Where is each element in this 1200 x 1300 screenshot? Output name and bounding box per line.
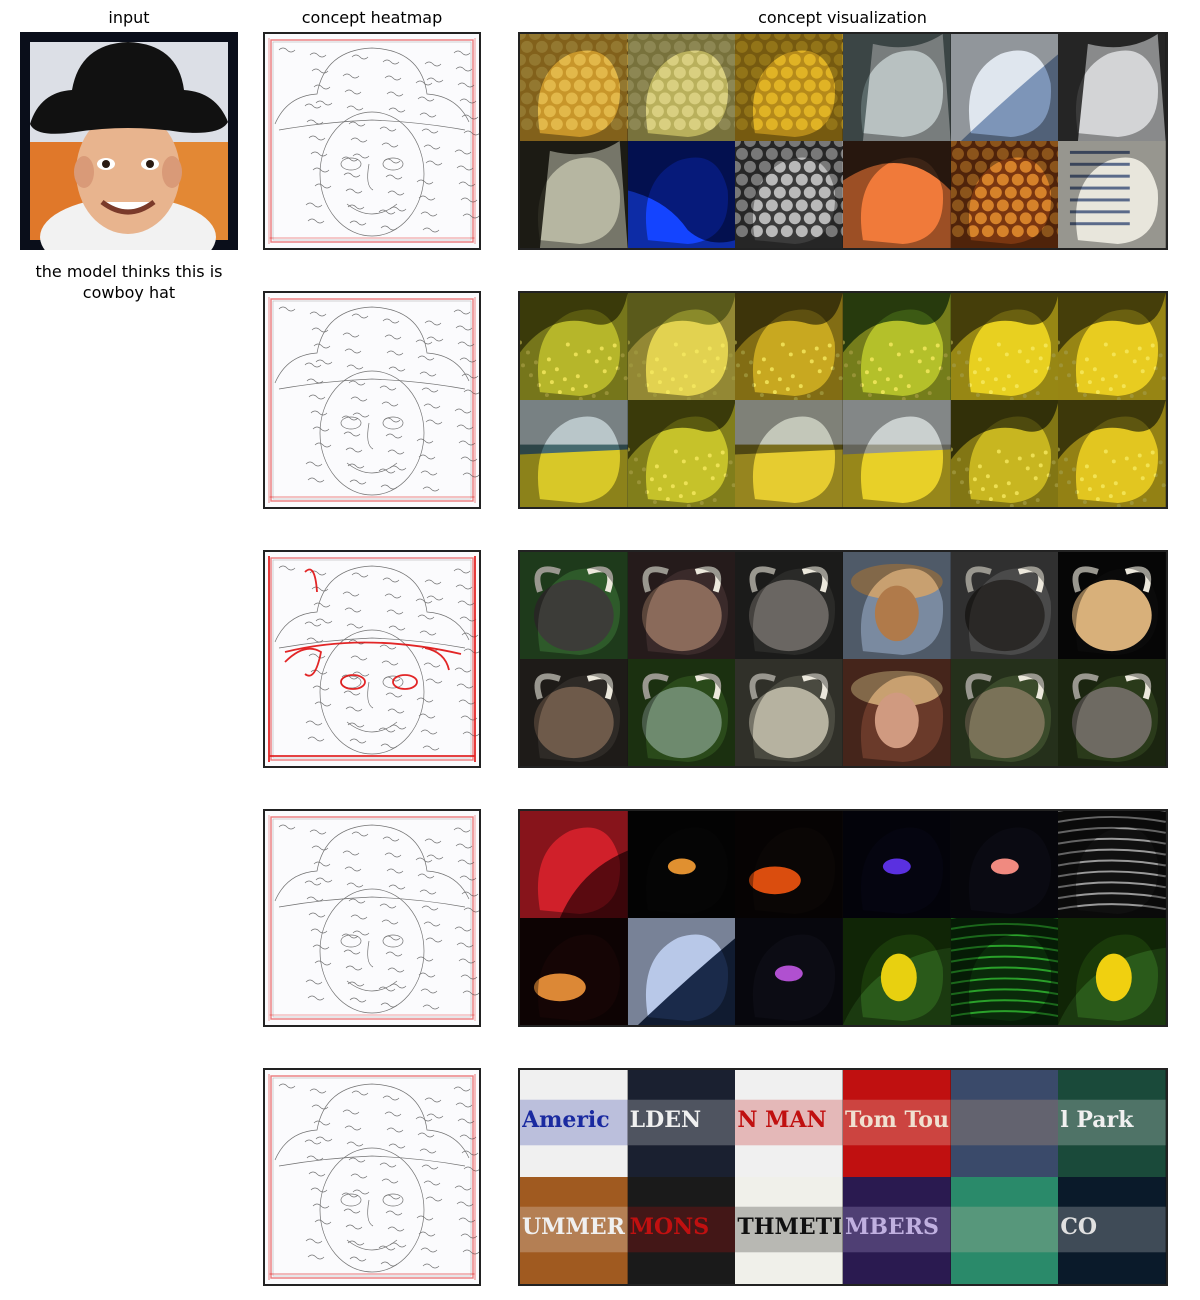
example-patch: UMMER [520, 1177, 628, 1284]
concept-visualization-3 [518, 550, 1168, 768]
example-patch [950, 659, 1059, 766]
example-patch: N MAN [735, 1070, 843, 1177]
example-patch [950, 552, 1059, 659]
example-patch [735, 293, 843, 400]
concept-visualization-4 [518, 809, 1168, 1027]
concept-heatmap-5 [263, 1068, 481, 1286]
example-patch [520, 400, 628, 507]
edge-heatmap [265, 552, 479, 766]
patch-text: MONS [629, 1215, 710, 1239]
concept-visualization-1 [518, 32, 1168, 250]
patch-text: Tom Tou [844, 1108, 949, 1132]
example-patch [627, 141, 736, 248]
patch-text: THMETIC [737, 1215, 841, 1239]
example-patch [520, 141, 628, 248]
patch-text: l Park [1060, 1108, 1134, 1132]
visualization-column-title: concept visualization [758, 8, 927, 27]
patch-text: N MAN [737, 1108, 827, 1132]
input-image [20, 32, 238, 250]
example-patch [627, 552, 736, 659]
example-patch [627, 659, 736, 766]
example-patch [735, 918, 843, 1025]
patch-text: Americ [522, 1108, 610, 1132]
example-patch: MBERS [842, 1177, 951, 1284]
example-patch: MONS [627, 1177, 736, 1284]
example-patch [950, 811, 1059, 918]
example-patch [950, 1070, 1059, 1177]
example-patch [520, 659, 628, 766]
example-patch [627, 811, 736, 918]
example-patch [735, 811, 843, 918]
example-patch [950, 918, 1059, 1025]
example-patch [735, 552, 843, 659]
example-patch [842, 552, 951, 659]
example-patch [1058, 293, 1166, 400]
patch-text: CO [1060, 1215, 1098, 1239]
input-column-title: input [108, 8, 150, 27]
example-patch [950, 34, 1059, 141]
edge-heatmap [265, 34, 479, 248]
example-patch [1058, 552, 1166, 659]
concept-heatmap-2 [263, 291, 481, 509]
prediction-caption: the model thinks this is cowboy hat [35, 262, 223, 302]
patch-text: LDEN [629, 1108, 702, 1132]
concept-visualization-2 [518, 291, 1168, 509]
example-patch [842, 141, 951, 248]
example-patch [842, 659, 951, 766]
example-patch [1058, 141, 1166, 248]
edge-heatmap [265, 293, 479, 507]
example-patch [735, 659, 843, 766]
example-patch [520, 811, 628, 918]
example-patch [950, 400, 1059, 507]
concept-heatmap-4 [263, 809, 481, 1027]
example-patch [1058, 659, 1166, 766]
example-patch [735, 400, 843, 507]
example-patch [520, 293, 628, 400]
example-patch [1058, 918, 1166, 1025]
example-patch: CO [1058, 1177, 1166, 1284]
example-patch [842, 293, 951, 400]
edge-heatmap [265, 811, 479, 1025]
concept-heatmap-1 [263, 32, 481, 250]
concept-heatmap-3 [263, 550, 481, 768]
patch-text: MBERS [844, 1215, 939, 1239]
example-patch [842, 811, 951, 918]
example-patch [950, 1177, 1059, 1284]
example-patch [950, 293, 1059, 400]
example-patch: Tom Tou [842, 1070, 951, 1177]
example-patch: LDEN [627, 1070, 736, 1177]
example-patch [735, 34, 843, 141]
example-patch [1058, 34, 1166, 141]
example-patch: l Park [1058, 1070, 1166, 1177]
example-patch [735, 141, 843, 248]
example-patch [520, 552, 628, 659]
example-patch [1058, 400, 1166, 507]
example-patch [627, 918, 736, 1025]
heatmap-column-title: concept heatmap [301, 8, 443, 27]
example-patch [520, 34, 628, 141]
concept-visualization-5: Americ LDEN N MAN Tom Tou l Park UMMER MONS THM… [518, 1068, 1168, 1286]
boy-in-cowboy-hat-photo [30, 42, 228, 250]
example-patch [842, 400, 951, 507]
example-patch [842, 918, 951, 1025]
example-patch [627, 400, 736, 507]
example-patch: THMETIC [735, 1177, 843, 1284]
example-patch [627, 34, 736, 141]
example-patch [627, 293, 736, 400]
patch-text: UMMER [522, 1215, 625, 1239]
example-patch [1058, 811, 1166, 918]
edge-heatmap [265, 1070, 479, 1284]
example-patch [950, 141, 1059, 248]
example-patch [842, 34, 951, 141]
example-patch: Americ [520, 1070, 628, 1177]
example-patch [520, 918, 628, 1025]
